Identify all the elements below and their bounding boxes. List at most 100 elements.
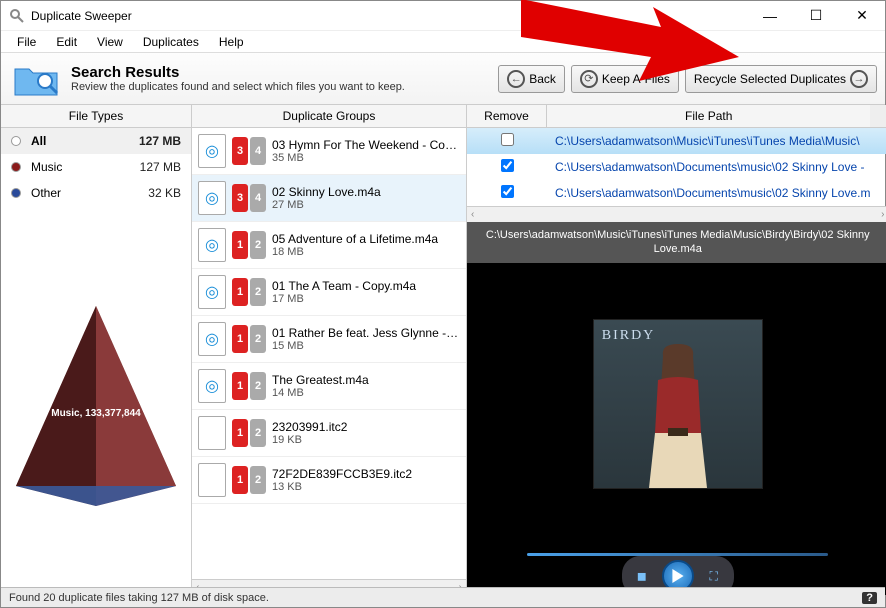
duplicate-group-row[interactable]: 3 4 03 Hymn For The Weekend - Copy (2 35…: [192, 128, 466, 175]
count-badges: 1 2: [232, 466, 266, 494]
duplicate-group-row[interactable]: 1 2 23203991.itc2 19 KB: [192, 410, 466, 457]
main-columns: File Types All 127 MB Music 127 MB Other…: [1, 105, 885, 595]
badge-total-count: 2: [250, 372, 266, 400]
group-filename: 01 Rather Be feat. Jess Glynne - Cop: [272, 326, 460, 340]
status-text: Found 20 duplicate files taking 127 MB o…: [9, 592, 269, 604]
clock-icon: ⟳: [580, 70, 598, 88]
back-button[interactable]: ← Back: [498, 65, 565, 93]
file-path-link[interactable]: C:\Users\adamwatson\Documents\music\02 S…: [547, 160, 870, 174]
file-row[interactable]: C:\Users\adamwatson\Music\iTunes\iTunes …: [467, 128, 886, 154]
badge-duplicate-count: 3: [232, 137, 248, 165]
menu-file[interactable]: File: [7, 33, 46, 51]
badge-duplicate-count: 1: [232, 466, 248, 494]
badge-total-count: 2: [250, 325, 266, 353]
arrow-right-icon: →: [850, 70, 868, 88]
duplicate-group-row[interactable]: 1 2 72F2DE839FCCB3E9.itc2 13 KB: [192, 457, 466, 504]
group-size: 19 KB: [272, 434, 460, 446]
group-size: 27 MB: [272, 199, 460, 211]
group-filename: 05 Adventure of a Lifetime.m4a: [272, 232, 460, 246]
color-dot-icon: [11, 136, 21, 146]
menu-edit[interactable]: Edit: [46, 33, 87, 51]
menu-help[interactable]: Help: [209, 33, 254, 51]
file-thumb-icon: [198, 134, 226, 168]
group-size: 35 MB: [272, 152, 460, 164]
badge-duplicate-count: 1: [232, 278, 248, 306]
badge-total-count: 4: [250, 137, 266, 165]
badge-total-count: 2: [250, 278, 266, 306]
file-list-header: Remove File Path: [467, 105, 886, 128]
file-type-label: All: [31, 134, 139, 148]
album-person-icon: [623, 338, 733, 488]
file-type-size: 127 MB: [140, 160, 181, 174]
count-badges: 1 2: [232, 278, 266, 306]
window-controls: — ☐ ✕: [747, 1, 885, 31]
back-label: Back: [529, 72, 556, 86]
group-filename: 01 The A Team - Copy.m4a: [272, 279, 460, 293]
close-button[interactable]: ✕: [839, 1, 885, 31]
file-type-label: Music: [31, 160, 140, 174]
keep-button[interactable]: ⟳ Keep A Files: [571, 65, 679, 93]
fullscreen-button[interactable]: ⛶: [704, 566, 724, 586]
stop-button[interactable]: ◼: [632, 566, 652, 586]
group-size: 15 MB: [272, 340, 460, 352]
menu-duplicates[interactable]: Duplicates: [133, 33, 209, 51]
menu-view[interactable]: View: [87, 33, 133, 51]
badge-total-count: 2: [250, 231, 266, 259]
file-type-row[interactable]: All 127 MB: [1, 128, 191, 154]
recycle-button[interactable]: Recycle Selected Duplicates →: [685, 65, 877, 93]
group-filename: 02 Skinny Love.m4a: [272, 185, 460, 199]
badge-duplicate-count: 1: [232, 419, 248, 447]
pyramid-music-label: Music, 133,377,844: [51, 408, 141, 419]
group-size: 17 MB: [272, 293, 460, 305]
badge-total-count: 4: [250, 184, 266, 212]
group-size: 14 MB: [272, 387, 460, 399]
badge-duplicate-count: 1: [232, 372, 248, 400]
vertical-scrollbar-head: [870, 105, 886, 127]
recycle-label: Recycle Selected Duplicates: [694, 72, 846, 86]
group-size: 18 MB: [272, 246, 460, 258]
duplicate-group-row[interactable]: 1 2 05 Adventure of a Lifetime.m4a 18 MB: [192, 222, 466, 269]
help-icon[interactable]: ?: [862, 592, 877, 604]
file-thumb-icon: [198, 463, 226, 497]
album-art: BIRDY: [467, 263, 886, 545]
remove-checkbox[interactable]: [501, 133, 514, 146]
file-horizontal-scrollbar[interactable]: ‹›: [467, 206, 886, 222]
file-row[interactable]: C:\Users\adamwatson\Documents\music\02 S…: [467, 180, 886, 206]
file-details-panel: Remove File Path C:\Users\adamwatson\Mus…: [467, 105, 886, 595]
minimize-button[interactable]: —: [747, 1, 793, 31]
duplicate-group-row[interactable]: 3 4 02 Skinny Love.m4a 27 MB: [192, 175, 466, 222]
color-dot-icon: [11, 188, 21, 198]
menubar: File Edit View Duplicates Help: [1, 31, 885, 53]
file-thumb-icon: [198, 181, 226, 215]
remove-checkbox[interactable]: [501, 159, 514, 172]
file-thumb-icon: [198, 369, 226, 403]
maximize-button[interactable]: ☐: [793, 1, 839, 31]
badge-total-count: 2: [250, 419, 266, 447]
file-type-row[interactable]: Other 32 KB: [1, 180, 191, 206]
count-badges: 1 2: [232, 419, 266, 447]
file-row[interactable]: C:\Users\adamwatson\Documents\music\02 S…: [467, 154, 886, 180]
pyramid-chart: Music, 133,377,844: [1, 206, 191, 595]
preview-pane: C:\Users\adamwatson\Music\iTunes\iTunes …: [467, 222, 886, 595]
count-badges: 1 2: [232, 231, 266, 259]
duplicate-group-row[interactable]: 1 2 The Greatest.m4a 14 MB: [192, 363, 466, 410]
group-filename: 72F2DE839FCCB3E9.itc2: [272, 467, 460, 481]
file-types-header: File Types: [1, 105, 191, 128]
count-badges: 1 2: [232, 372, 266, 400]
remove-checkbox[interactable]: [501, 185, 514, 198]
status-bar: Found 20 duplicate files taking 127 MB o…: [1, 587, 885, 607]
duplicate-group-row[interactable]: 1 2 01 Rather Be feat. Jess Glynne - Cop…: [192, 316, 466, 363]
file-path-link[interactable]: C:\Users\adamwatson\Music\iTunes\iTunes …: [547, 134, 870, 148]
remove-column-header: Remove: [467, 105, 547, 127]
badge-duplicate-count: 3: [232, 184, 248, 212]
duplicate-group-row[interactable]: 1 2 01 The A Team - Copy.m4a 17 MB: [192, 269, 466, 316]
toolbar-heading: Search Results Review the duplicates fou…: [71, 64, 498, 93]
count-badges: 1 2: [232, 325, 266, 353]
file-type-row[interactable]: Music 127 MB: [1, 154, 191, 180]
file-path-link[interactable]: C:\Users\adamwatson\Documents\music\02 S…: [547, 186, 870, 200]
progress-bar[interactable]: [527, 553, 828, 556]
file-type-size: 127 MB: [139, 134, 181, 148]
file-thumb-icon: [198, 416, 226, 450]
filepath-column-header: File Path: [547, 105, 870, 127]
page-title: Search Results: [71, 64, 498, 81]
